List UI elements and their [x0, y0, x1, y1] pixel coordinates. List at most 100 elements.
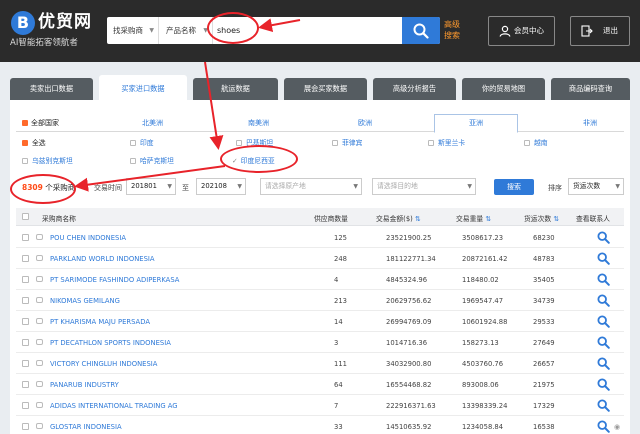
row-checkbox[interactable] [22, 402, 29, 409]
sort-select[interactable]: 货运次数 ▼ [568, 178, 624, 195]
chat-icon[interactable] [36, 255, 43, 261]
buyer-name[interactable]: PT KHARISMA MAJU PERSADA [50, 318, 150, 326]
row-checkbox[interactable] [22, 255, 29, 262]
col-shipments-header[interactable]: 货运次数 ⇅ [524, 213, 559, 223]
row-checkbox[interactable] [22, 423, 29, 430]
country-select-all[interactable]: 全选 [22, 137, 46, 147]
region-europe[interactable]: 欧洲 [358, 118, 372, 128]
eye-icon[interactable]: ◉ [614, 423, 620, 431]
chat-icon[interactable] [36, 234, 43, 240]
date-to-select[interactable]: 202108 ▼ [196, 178, 246, 195]
chat-icon[interactable] [36, 276, 43, 282]
date-to-value: 202108 [201, 182, 227, 190]
table-row[interactable]: ADIDAS INTERNATIONAL TRADING AG 7 22291637… [16, 395, 624, 416]
col-amount-label: 交易金额($) [376, 215, 413, 223]
buyer-name[interactable]: GLOSTAR INDONESIA [50, 423, 122, 431]
checkbox-icon [428, 140, 434, 146]
row-checkbox[interactable] [22, 318, 29, 325]
buyer-name[interactable]: PT DECATHLON SPORTS INDONESIA [50, 339, 171, 347]
row-checkbox[interactable] [22, 234, 29, 241]
tab-seller-export[interactable]: 卖家出口数据 [10, 78, 93, 100]
search-type-select[interactable]: 找采购商 ▼ [107, 17, 159, 44]
shipment-count: 16538 [533, 423, 555, 431]
row-checkbox[interactable] [22, 276, 29, 283]
col-amount-header[interactable]: 交易金额($) ⇅ [376, 213, 421, 223]
chat-icon[interactable] [36, 360, 43, 366]
member-center-button[interactable]: 会员中心 [488, 16, 555, 46]
region-all[interactable]: 全部国家 [22, 118, 59, 128]
search-icon[interactable] [597, 231, 610, 244]
buyer-name[interactable]: POU CHEN INDONESIA [50, 234, 126, 242]
table-row[interactable]: PT DECATHLON SPORTS INDONESIA 3 1014716.36… [16, 332, 624, 353]
logo[interactable]: B 优贸网 AI智能拓客领航者 [8, 9, 103, 53]
shipment-count: 26657 [533, 360, 555, 368]
buyer-name[interactable]: PT SARIMODE FASHINDO ADIPERKASA [50, 276, 179, 284]
search-icon[interactable] [597, 294, 610, 307]
chat-icon[interactable] [36, 381, 43, 387]
tab-analysis-report[interactable]: 高级分析报告 [373, 78, 456, 100]
buyer-name[interactable]: PANARUB INDUSTRY [50, 381, 119, 389]
region-south-america[interactable]: 南美洲 [248, 118, 269, 128]
search-button[interactable] [402, 17, 440, 44]
table-row[interactable]: POU CHEN INDONESIA 125 23521900.25 3508617.… [16, 227, 624, 248]
chat-icon[interactable] [36, 339, 43, 345]
logout-button[interactable]: 退出 [570, 16, 630, 46]
table-row[interactable]: PANARUB INDUSTRY 64 16554468.82 893008.06 21… [16, 374, 624, 395]
table-row[interactable]: PARKLAND WORLD INDONESIA 248 181122771.34 2… [16, 248, 624, 269]
tab-hs-code[interactable]: 商品编码查询 [551, 78, 630, 100]
search-icon[interactable] [597, 378, 610, 391]
select-all-checkbox[interactable] [22, 213, 29, 220]
search-icon[interactable] [597, 336, 610, 349]
table-row[interactable]: GLOSTAR INDONESIA 33 14510635.92 1234058.84… [16, 416, 624, 434]
region-north-america[interactable]: 北美洲 [142, 118, 163, 128]
country-uzbekistan[interactable]: 乌兹别克斯坦 [22, 155, 73, 165]
search-icon[interactable] [597, 315, 610, 328]
search-icon[interactable] [597, 273, 610, 286]
trade-weight: 1969547.47 [462, 297, 504, 305]
buyer-name[interactable]: NIKOMAS GEMILANG [50, 297, 120, 305]
tab-shipping[interactable]: 航运数据 [193, 78, 278, 100]
origin-select[interactable]: 请选择原产地 ▼ [260, 178, 362, 195]
country-vietnam[interactable]: 越南 [524, 137, 548, 147]
country-philippines[interactable]: 菲律宾 [332, 137, 362, 147]
search-icon[interactable] [597, 420, 610, 433]
region-africa[interactable]: 非洲 [583, 118, 597, 128]
chat-icon[interactable] [36, 297, 43, 303]
country-sri-lanka[interactable]: 斯里兰卡 [428, 137, 465, 147]
row-checkbox[interactable] [22, 360, 29, 367]
chat-icon[interactable] [36, 318, 43, 324]
destination-select[interactable]: 请选择目的地 ▼ [372, 178, 476, 195]
search-icon[interactable] [597, 252, 610, 265]
advanced-search-link[interactable]: 高级搜索 [444, 19, 464, 41]
filter-search-button[interactable]: 搜索 [494, 179, 534, 195]
row-checkbox[interactable] [22, 297, 29, 304]
buyer-name[interactable]: VICTORY CHINGLUH INDONESIA [50, 360, 157, 368]
search-icon[interactable] [597, 357, 610, 370]
row-checkbox[interactable] [22, 381, 29, 388]
origin-placeholder: 请选择原产地 [265, 182, 306, 190]
search-field-select[interactable]: 产品名称 ▼ [160, 17, 213, 44]
table-row[interactable]: NIKOMAS GEMILANG 213 20629756.62 1969547.47… [16, 290, 624, 311]
col-suppliers-header[interactable]: 供应商数量 [314, 213, 348, 223]
table-row[interactable]: PT KHARISMA MAJU PERSADA 14 26994769.09 106… [16, 311, 624, 332]
date-from-select[interactable]: 201801 ▼ [126, 178, 176, 195]
col-shipments-label: 货运次数 [524, 215, 552, 223]
row-checkbox[interactable] [22, 339, 29, 346]
search-icon[interactable] [597, 399, 610, 412]
country-india[interactable]: 印度 [130, 137, 154, 147]
col-weight-header[interactable]: 交易重量 ⇅ [456, 213, 491, 223]
table-row[interactable]: VICTORY CHINGLUH INDONESIA 111 34032900.80… [16, 353, 624, 374]
table-row[interactable]: PT SARIMODE FASHINDO ADIPERKASA 4 4845324.… [16, 269, 624, 290]
region-asia[interactable]: 亚洲 [434, 114, 518, 133]
shipment-count: 34739 [533, 297, 555, 305]
chat-icon[interactable] [36, 423, 43, 429]
buyer-name[interactable]: PARKLAND WORLD INDONESIA [50, 255, 155, 263]
buyer-name[interactable]: ADIDAS INTERNATIONAL TRADING AG [50, 402, 178, 410]
tab-buyer-import[interactable]: 买家进口数据 [99, 75, 187, 100]
tab-trade-map[interactable]: 你的贸易地图 [462, 78, 545, 100]
logout-icon [581, 25, 593, 37]
tab-exhibition-buyers[interactable]: 展会买家数据 [284, 78, 367, 100]
col-contact-header: 查看联系人 [576, 215, 610, 223]
chat-icon[interactable] [36, 402, 43, 408]
country-kazakhstan[interactable]: 哈萨克斯坦 [130, 155, 174, 165]
